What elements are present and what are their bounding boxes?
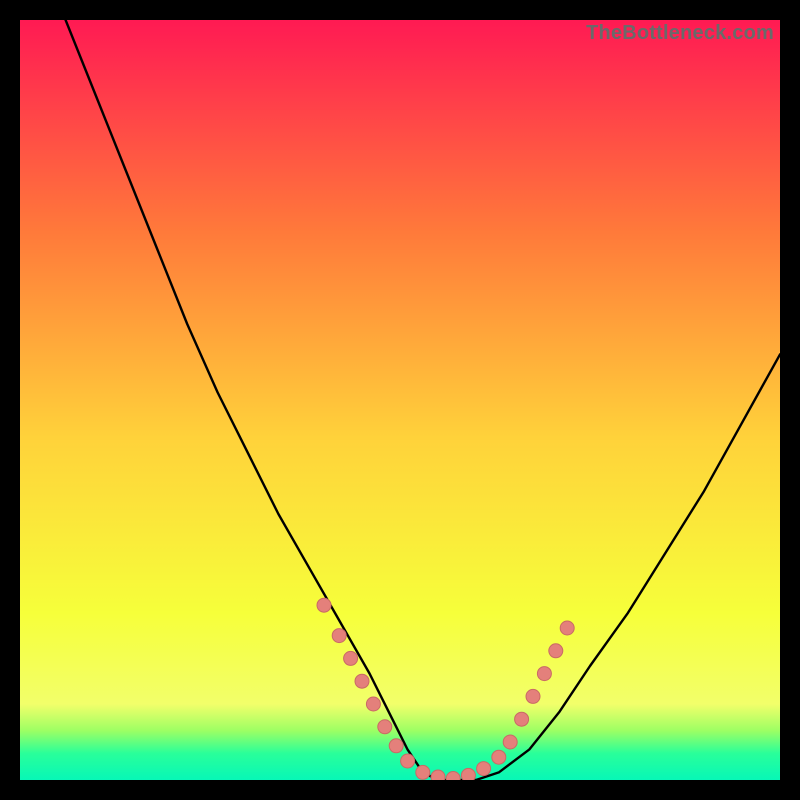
data-marker — [515, 712, 529, 726]
data-marker — [492, 750, 506, 764]
data-marker — [317, 598, 331, 612]
data-marker — [549, 644, 563, 658]
data-marker — [431, 770, 445, 780]
data-marker — [355, 674, 369, 688]
data-marker — [366, 697, 380, 711]
data-marker — [537, 667, 551, 681]
data-marker — [477, 762, 491, 776]
data-marker — [332, 629, 346, 643]
data-marker — [461, 768, 475, 780]
bottleneck-chart — [20, 20, 780, 780]
watermark-text: TheBottleneck.com — [586, 22, 774, 45]
gradient-bg — [20, 20, 780, 780]
data-marker — [416, 765, 430, 779]
data-marker — [526, 689, 540, 703]
data-marker — [503, 735, 517, 749]
data-marker — [389, 739, 403, 753]
data-marker — [560, 621, 574, 635]
data-marker — [344, 651, 358, 665]
data-marker — [401, 754, 415, 768]
data-marker — [378, 720, 392, 734]
chart-frame: TheBottleneck.com — [20, 20, 780, 780]
